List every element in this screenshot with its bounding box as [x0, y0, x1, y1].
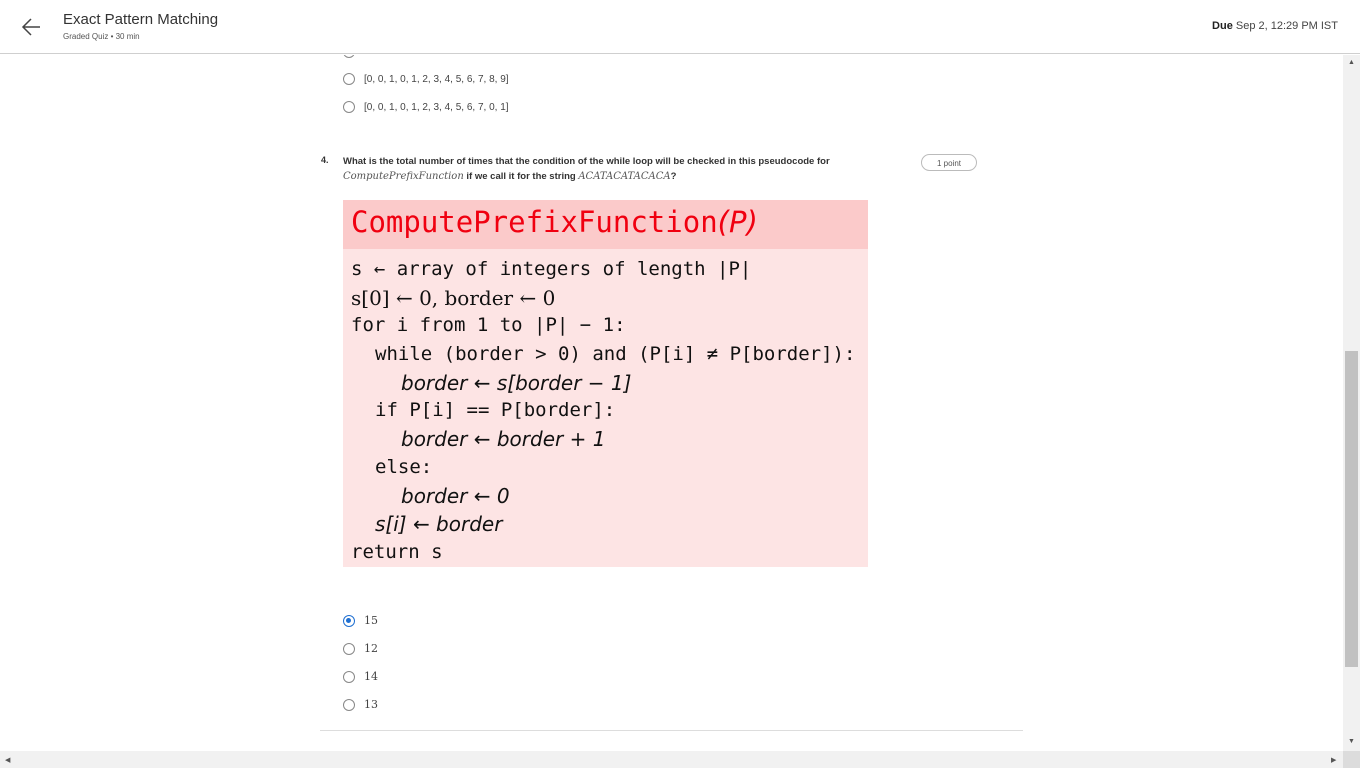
- answer-option[interactable]: 15: [343, 614, 378, 627]
- radio-button-selected[interactable]: [343, 614, 355, 627]
- quiz-content: [0, 0, 1, 0, 1, 2, 3, 4, 5, 6, 7, 8, 9] …: [0, 55, 1343, 751]
- quiz-header: Exact Pattern Matching Graded Quiz • 30 …: [0, 0, 1360, 54]
- option-label: 15: [364, 614, 378, 627]
- question-divider: [320, 730, 1023, 731]
- scroll-up-arrow-icon[interactable]: ▲: [1348, 59, 1355, 66]
- question-text-end: ?: [670, 171, 677, 182]
- radio-button[interactable]: [343, 698, 355, 711]
- pseudocode-line: s[i] ← border: [375, 512, 503, 536]
- option-label: 12: [364, 642, 378, 655]
- pseudocode-line: if P[i] == P[border]:: [375, 399, 616, 421]
- pseudocode-param: (P): [717, 205, 758, 239]
- pseudocode-line: for i from 1 to |P| − 1:: [351, 314, 626, 336]
- prev-option-hidden[interactable]: [343, 55, 355, 58]
- due-value: Sep 2, 12:29 PM IST: [1235, 20, 1338, 32]
- question-function-name: ComputePrefixFunction: [343, 171, 464, 182]
- option-label: [0, 0, 1, 0, 1, 2, 3, 4, 5, 6, 7, 8, 9]: [364, 73, 509, 85]
- question-number: 4.: [321, 155, 329, 165]
- pseudocode-image: ComputePrefixFunction(P) s ← array of in…: [343, 200, 868, 567]
- points-badge: 1 point: [921, 154, 977, 171]
- back-arrow-icon[interactable]: [20, 15, 44, 39]
- due-date: Due Sep 2, 12:29 PM IST: [1212, 20, 1338, 32]
- answer-option[interactable]: 12: [343, 642, 378, 655]
- pseudocode-line: return s: [351, 541, 443, 563]
- question-text-middle: if we call it for the string: [466, 171, 576, 182]
- quiz-subtitle: Graded Quiz • 30 min: [63, 32, 140, 41]
- pseudocode-function-name: ComputePrefixFunction: [351, 205, 718, 239]
- scroll-left-arrow-icon[interactable]: ◀: [5, 756, 10, 764]
- scrollbar-corner: [1343, 751, 1360, 768]
- radio-button[interactable]: [343, 55, 355, 58]
- pseudocode-line: else:: [375, 456, 433, 478]
- pseudocode-line: border ← border + 1: [401, 427, 606, 451]
- vertical-scrollbar-thumb[interactable]: [1345, 351, 1358, 667]
- answer-option[interactable]: 13: [343, 698, 378, 711]
- option-label: [0, 0, 1, 0, 1, 2, 3, 4, 5, 6, 7, 0, 1]: [364, 101, 509, 113]
- radio-button[interactable]: [343, 642, 355, 655]
- question-string: ACATACATACACA: [578, 171, 671, 182]
- prev-option[interactable]: [0, 0, 1, 0, 1, 2, 3, 4, 5, 6, 7, 0, 1]: [343, 101, 509, 113]
- question-text: What is the total number of times that t…: [343, 154, 903, 184]
- answer-option[interactable]: 14: [343, 670, 378, 683]
- option-label: 13: [364, 698, 378, 711]
- horizontal-scrollbar[interactable]: [0, 751, 1343, 768]
- due-label: Due: [1212, 20, 1233, 32]
- pseudocode-line: s[0] ← 0, border ← 0: [351, 286, 556, 310]
- pseudocode-line: s ← array of integers of length |P|: [351, 258, 752, 280]
- radio-button[interactable]: [343, 101, 355, 113]
- option-label: 14: [364, 670, 378, 683]
- pseudocode-title: ComputePrefixFunction(P): [343, 200, 868, 249]
- prev-option[interactable]: [0, 0, 1, 0, 1, 2, 3, 4, 5, 6, 7, 8, 9]: [343, 73, 509, 85]
- pseudocode-line: border ← 0: [401, 484, 510, 508]
- scroll-down-arrow-icon[interactable]: ▼: [1348, 738, 1355, 745]
- quiz-title: Exact Pattern Matching: [63, 11, 219, 28]
- pseudocode-line: while (border > 0) and (P[i] ≠ P[border]…: [375, 343, 856, 365]
- pseudocode-line: border ← s[border − 1]: [401, 371, 632, 395]
- question-text-start: What is the total number of times that t…: [343, 156, 830, 167]
- scroll-right-arrow-icon[interactable]: ▶: [1331, 756, 1336, 764]
- radio-button[interactable]: [343, 670, 355, 683]
- radio-button[interactable]: [343, 73, 355, 85]
